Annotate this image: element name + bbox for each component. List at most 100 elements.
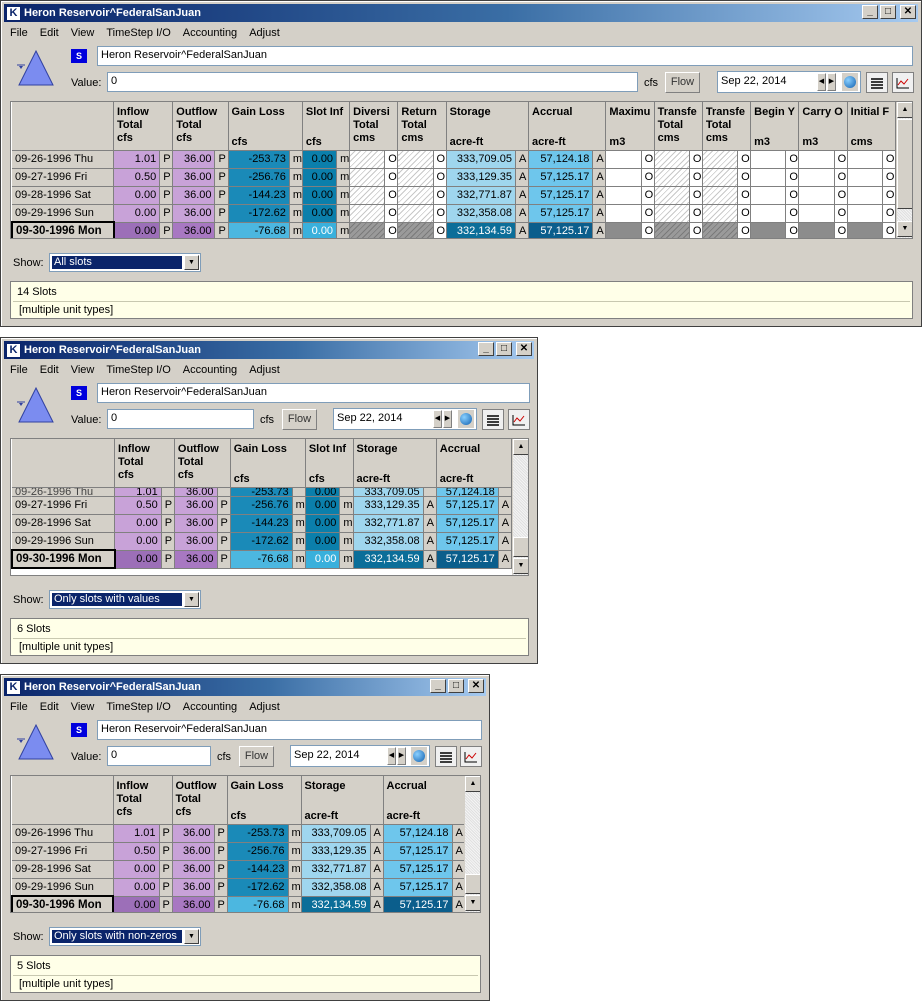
initial-cell[interactable] — [847, 150, 883, 169]
date-field[interactable]: Sep 22, 2014 ◀ ▶ — [717, 71, 861, 93]
return-cell[interactable] — [397, 168, 434, 187]
accrual-cell[interactable]: 57,124.18 — [436, 487, 499, 497]
accrual-cell[interactable]: 57,125.17 — [528, 222, 594, 238]
menu-accounting[interactable]: Accounting — [177, 364, 243, 376]
storage-cell[interactable]: 333,709.05 — [446, 150, 516, 169]
date-field[interactable]: Sep 22, 2014 ◀ ▶ — [333, 408, 477, 430]
table-row[interactable]: 09-28-1996 Sat 0.00 P 36.00 P -144.23 m 0.0… — [12, 514, 513, 533]
carry-over-cell[interactable] — [798, 222, 835, 238]
vertical-scrollbar[interactable]: ▲ ▼ — [512, 439, 528, 575]
column-header-storage[interactable]: Storage acre-ft — [353, 439, 437, 488]
close-button[interactable]: ✕ — [900, 5, 916, 19]
accrual-cell[interactable]: 57,124.18 — [528, 150, 594, 169]
list-icon[interactable] — [482, 409, 504, 430]
show-dropdown[interactable]: Only slots with non-zeros ▼ — [49, 927, 201, 946]
accrual-cell[interactable]: 57,125.17 — [528, 168, 594, 187]
globe-icon[interactable] — [842, 73, 858, 91]
date-next-button[interactable]: ▶ — [827, 73, 836, 91]
slot-inflow-cell[interactable]: 0.00 — [302, 204, 338, 223]
storage-cell[interactable]: 333,129.35 — [301, 842, 371, 861]
outflow-cell[interactable]: 36.00 — [172, 204, 216, 223]
column-header-transfer-2[interactable]: Transfe Total cms — [702, 102, 752, 151]
diversion-cell[interactable] — [349, 150, 386, 169]
column-header-inflow[interactable]: Inflow Total cfs — [113, 776, 173, 825]
outflow-cell[interactable]: 36.00 — [172, 168, 216, 187]
gain-loss-cell[interactable]: -256.76 — [227, 842, 289, 861]
object-name-field[interactable]: Heron Reservoir^FederalSanJuan — [97, 46, 913, 66]
maximize-button[interactable]: □ — [496, 342, 512, 356]
scroll-down-button[interactable]: ▼ — [465, 895, 480, 911]
gain-loss-cell[interactable]: -256.76 — [228, 168, 290, 187]
inflow-cell[interactable]: 0.00 — [113, 896, 160, 912]
storage-cell[interactable]: 332,771.87 — [301, 860, 371, 879]
maximize-button[interactable]: □ — [880, 5, 896, 19]
slot-inflow-cell[interactable]: 0.00 — [305, 487, 341, 497]
outflow-cell[interactable]: 36.00 — [172, 878, 215, 897]
column-header-initial[interactable]: Initial Fcms — [847, 102, 897, 151]
gain-loss-cell[interactable]: -144.23 — [230, 514, 293, 533]
transfer-2-cell[interactable] — [702, 168, 739, 187]
outflow-cell[interactable]: 36.00 — [172, 150, 216, 169]
vertical-scrollbar[interactable]: ▲ ▼ — [896, 102, 912, 238]
menu-timestep-io[interactable]: TimeStep I/O — [100, 701, 176, 713]
begin-year-cell[interactable] — [750, 204, 787, 223]
gain-loss-cell[interactable]: -144.23 — [227, 860, 289, 879]
vertical-scrollbar[interactable]: ▲ ▼ — [464, 776, 480, 912]
accrual-cell[interactable]: 57,125.17 — [436, 496, 499, 515]
plot-icon[interactable] — [460, 746, 482, 767]
transfer-1-cell[interactable] — [654, 168, 690, 187]
scroll-down-button[interactable]: ▼ — [897, 221, 912, 237]
menu-view[interactable]: View — [65, 27, 101, 39]
gain-loss-cell[interactable]: -172.62 — [230, 532, 293, 551]
table-row[interactable]: 09-27-1996 Fri 0.50 P 36.00 P -256.76 m 0.0… — [12, 168, 897, 187]
scroll-thumb[interactable] — [897, 119, 912, 209]
list-icon[interactable] — [866, 72, 888, 93]
inflow-cell[interactable]: 0.00 — [114, 532, 162, 551]
gain-loss-cell[interactable]: -76.68 — [230, 550, 293, 569]
storage-cell[interactable]: 333,709.05 — [301, 824, 371, 843]
accrual-cell[interactable]: 57,124.18 — [383, 824, 453, 843]
slot-inflow-cell[interactable]: 0.00 — [302, 150, 338, 169]
gain-loss-cell[interactable]: -172.62 — [228, 204, 290, 223]
object-name-field[interactable]: Heron Reservoir^FederalSanJuan — [97, 383, 530, 403]
title-bar[interactable]: K Heron Reservoir^FederalSanJuan _ □ ✕ — [4, 678, 486, 696]
column-header-inflow[interactable]: Inflow Total cfs — [113, 102, 174, 151]
initial-cell[interactable] — [847, 168, 883, 187]
gain-loss-cell[interactable]: -253.73 — [227, 824, 289, 843]
globe-icon[interactable] — [411, 747, 427, 765]
menu-edit[interactable]: Edit — [34, 27, 65, 39]
return-cell[interactable] — [397, 222, 434, 238]
inflow-cell[interactable]: 0.00 — [113, 860, 160, 879]
table-row-selected[interactable]: 09-30-1996 Mon 0.00 P 36.00 P -76.68 m 0.00… — [11, 549, 513, 569]
chevron-down-icon[interactable]: ▼ — [184, 592, 199, 607]
date-prev-button[interactable]: ◀ — [817, 73, 826, 91]
diversion-cell[interactable] — [349, 204, 386, 223]
inflow-cell[interactable]: 1.01 — [114, 487, 162, 497]
storage-cell[interactable]: 332,134.59 — [446, 222, 516, 238]
column-header-accrual[interactable]: Accrual acre-ft — [436, 439, 513, 488]
chevron-down-icon[interactable]: ▼ — [184, 255, 199, 270]
close-button[interactable]: ✕ — [516, 342, 532, 356]
maximum-cell[interactable] — [605, 150, 642, 169]
close-button[interactable]: ✕ — [468, 679, 484, 693]
column-header-slot-inflow[interactable]: Slot Inf cfs — [305, 439, 354, 488]
return-cell[interactable] — [397, 186, 434, 205]
transfer-2-cell[interactable] — [702, 150, 739, 169]
outflow-cell[interactable]: 36.00 — [172, 842, 215, 861]
column-header-storage[interactable]: Storage acre-ft — [301, 776, 384, 825]
table-row[interactable]: 09-26-1996 Thu 1.01 P 36.00 P -253.73 m 0.0… — [12, 150, 897, 169]
inflow-cell[interactable]: 0.00 — [113, 878, 160, 897]
accrual-cell[interactable]: 57,125.17 — [528, 204, 594, 223]
menu-view[interactable]: View — [65, 701, 101, 713]
menu-file[interactable]: File — [4, 27, 34, 39]
storage-cell[interactable]: 332,771.87 — [446, 186, 516, 205]
transfer-1-cell[interactable] — [654, 204, 690, 223]
return-cell[interactable] — [397, 150, 434, 169]
inflow-cell[interactable]: 0.00 — [113, 186, 161, 205]
column-header-transfer-1[interactable]: Transfe Total cms — [654, 102, 703, 151]
return-cell[interactable] — [397, 204, 434, 223]
menu-adjust[interactable]: Adjust — [243, 701, 286, 713]
minimize-button[interactable]: _ — [478, 342, 494, 356]
column-header-accrual[interactable]: Accrual acre-ft — [528, 102, 607, 151]
table-row-selected[interactable]: 09-30-1996 Mon 0.00 P 36.00 P -76.68 m 0.00… — [11, 221, 897, 238]
